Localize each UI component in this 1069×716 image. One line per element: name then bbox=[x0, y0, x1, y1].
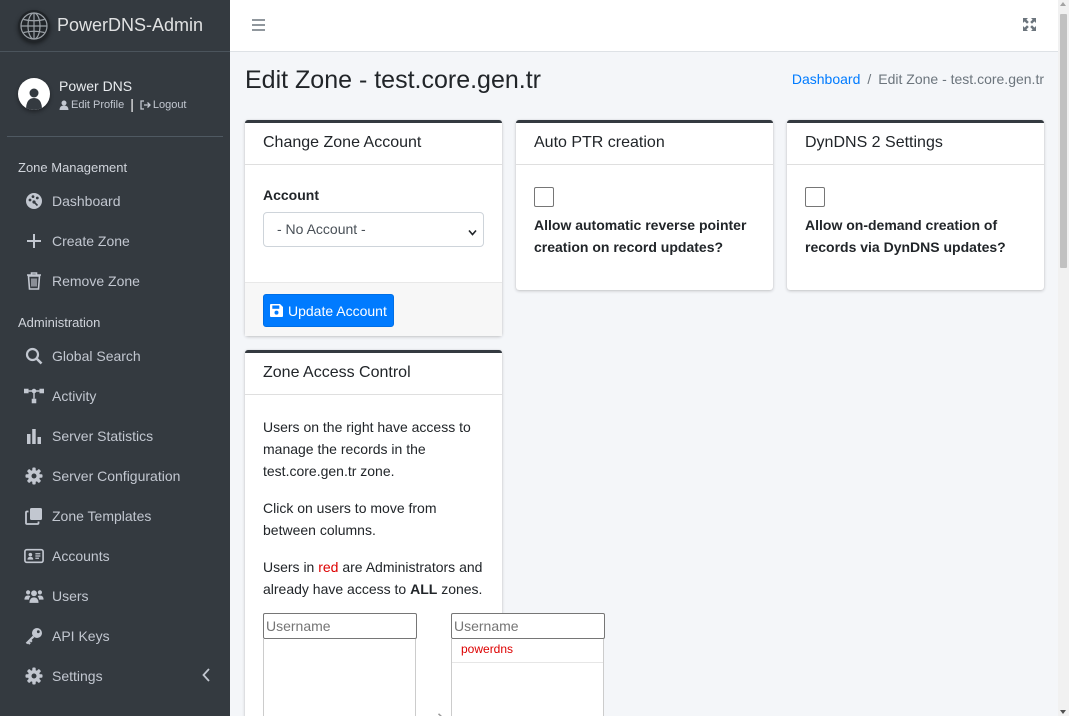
brand-link[interactable]: PowerDNS-Admin bbox=[0, 0, 230, 52]
breadcrumb: Dashboard / Edit Zone - test.core.gen.tr bbox=[792, 71, 1044, 87]
sidebar-item-label: Users bbox=[52, 588, 89, 604]
update-account-label: Update Account bbox=[288, 302, 387, 319]
admin-note-red: red bbox=[318, 559, 339, 575]
access-admin-note: Users in red are Administrators and alre… bbox=[263, 556, 484, 600]
access-hint: Click on users to move from between colu… bbox=[263, 500, 437, 538]
nav-header-administration: Administration bbox=[18, 315, 101, 330]
available-users-column bbox=[263, 613, 417, 716]
admin-note-text: Users in bbox=[263, 559, 319, 575]
card-title: Auto PTR creation bbox=[516, 123, 773, 165]
auto-ptr-checkbox[interactable] bbox=[534, 187, 554, 207]
page-title: Edit Zone - test.core.gen.tr bbox=[245, 66, 541, 94]
save-icon bbox=[270, 304, 283, 317]
permitted-users-list[interactable]: powerdns bbox=[451, 639, 604, 716]
account-select[interactable]: - No Account - bbox=[263, 212, 484, 247]
account-label: Account bbox=[263, 187, 319, 203]
breadcrumb-current: Edit Zone - test.core.gen.tr bbox=[878, 71, 1044, 87]
search-icon bbox=[24, 346, 44, 366]
card-title: Change Zone Account bbox=[245, 123, 502, 165]
change-zone-account-card: Change Zone Account Account - No Account… bbox=[245, 120, 502, 336]
sidebar: PowerDNS-Admin Power DNS Edit Profile | … bbox=[0, 0, 230, 716]
network-icon bbox=[24, 386, 44, 406]
sidebar-item-label: Server Configuration bbox=[52, 468, 181, 484]
user-name: Power DNS bbox=[59, 77, 133, 94]
chevron-down-icon bbox=[468, 224, 477, 240]
dyndns-settings-card: DynDNS 2 Settings Allow on-demand creati… bbox=[787, 120, 1044, 290]
globe-icon bbox=[18, 9, 50, 42]
fullscreen-icon[interactable] bbox=[1023, 18, 1036, 34]
nav-header-zone-management: Zone Management bbox=[18, 160, 128, 175]
sidebar-item-dashboard[interactable]: Dashboard bbox=[0, 181, 230, 221]
scroll-thumb[interactable] bbox=[1060, 14, 1067, 268]
plus-icon bbox=[24, 231, 44, 251]
sign-out-icon bbox=[140, 99, 151, 110]
arrow-right-icon bbox=[430, 708, 444, 716]
sidebar-item-users[interactable]: Users bbox=[0, 576, 230, 616]
chevron-left-icon[interactable] bbox=[202, 668, 210, 685]
bar-chart-icon bbox=[24, 426, 44, 446]
sidebar-item-server-configuration[interactable]: Server Configuration bbox=[0, 456, 230, 496]
card-title: Zone Access Control bbox=[245, 353, 502, 395]
auto-ptr-card: Auto PTR creation Allow automatic revers… bbox=[516, 120, 773, 290]
sidebar-item-activity[interactable]: Activity bbox=[0, 376, 230, 416]
sidebar-item-create-zone[interactable]: Create Zone bbox=[0, 221, 230, 261]
update-account-button[interactable]: Update Account bbox=[263, 294, 394, 327]
dyndns-checkbox[interactable] bbox=[805, 187, 825, 207]
access-description: Users on the right have access to manage… bbox=[263, 419, 471, 479]
sidebar-item-label: Server Statistics bbox=[52, 428, 154, 444]
sidebar-item-label: Accounts bbox=[52, 548, 110, 564]
users-icon bbox=[24, 586, 44, 606]
sidebar-item-api-keys[interactable]: API Keys bbox=[0, 616, 230, 656]
palette-icon bbox=[24, 191, 44, 211]
sidebar-item-label: Global Search bbox=[52, 348, 141, 364]
breadcrumb-dashboard-link[interactable]: Dashboard bbox=[792, 71, 861, 87]
sidebar-item-zone-templates[interactable]: Zone Templates bbox=[0, 496, 230, 536]
permitted-users-column: powerdns bbox=[451, 613, 605, 716]
scroll-up-arrow-icon[interactable] bbox=[1060, 2, 1066, 6]
sidebar-item-global-search[interactable]: Global Search bbox=[0, 336, 230, 376]
id-card-icon bbox=[24, 546, 44, 566]
edit-profile-link[interactable]: Edit Profile bbox=[59, 99, 124, 111]
logout-link[interactable]: Logout bbox=[140, 99, 187, 111]
user-icon bbox=[59, 100, 69, 110]
sidebar-item-accounts[interactable]: Accounts bbox=[0, 536, 230, 576]
sidebar-item-label: Activity bbox=[52, 388, 97, 404]
admin-note-text: zones. bbox=[437, 581, 483, 597]
permitted-users-search[interactable] bbox=[451, 613, 605, 639]
logout-label: Logout bbox=[152, 98, 187, 111]
sidebar-item-settings[interactable]: Settings bbox=[0, 656, 230, 696]
avatar bbox=[18, 78, 50, 110]
available-users-list[interactable] bbox=[263, 639, 416, 716]
edit-profile-label: Edit Profile bbox=[71, 98, 125, 111]
page-scrollbar[interactable] bbox=[1058, 0, 1069, 716]
sidebar-item-label: Create Zone bbox=[52, 233, 130, 249]
admin-note-bold: ALL bbox=[410, 581, 438, 597]
sidebar-item-label: API Keys bbox=[52, 628, 110, 644]
trash-icon bbox=[24, 271, 44, 291]
card-title: DynDNS 2 Settings bbox=[787, 123, 1044, 165]
sidebar-item-label: Dashboard bbox=[52, 193, 121, 209]
sidebar-item-remove-zone[interactable]: Remove Zone bbox=[0, 261, 230, 301]
gear-icon bbox=[24, 466, 44, 486]
sidebar-item-label: Zone Templates bbox=[52, 508, 152, 524]
sidebar-item-label: Remove Zone bbox=[52, 273, 140, 289]
sidebar-item-server-statistics[interactable]: Server Statistics bbox=[0, 416, 230, 456]
dyndns-label: Allow on-demand creation of records via … bbox=[805, 217, 1006, 255]
scroll-down-arrow-icon[interactable] bbox=[1060, 710, 1066, 714]
top-navbar bbox=[230, 0, 1058, 52]
sidebar-item-label: Settings bbox=[52, 668, 103, 684]
available-users-search[interactable] bbox=[263, 613, 417, 639]
gear-icon bbox=[24, 666, 44, 686]
clone-icon bbox=[24, 506, 44, 526]
breadcrumb-divider: / bbox=[867, 71, 872, 87]
auto-ptr-label: Allow automatic reverse pointer creation… bbox=[534, 217, 747, 255]
list-item[interactable]: powerdns bbox=[452, 639, 603, 663]
user-panel: Power DNS Edit Profile | Logout bbox=[7, 52, 223, 137]
user-links-divider: | bbox=[130, 96, 134, 112]
key-icon bbox=[24, 626, 44, 646]
hamburger-menu-icon[interactable] bbox=[252, 17, 265, 36]
account-select-value: - No Account - bbox=[277, 221, 366, 237]
brand-text: PowerDNS-Admin bbox=[57, 15, 204, 35]
